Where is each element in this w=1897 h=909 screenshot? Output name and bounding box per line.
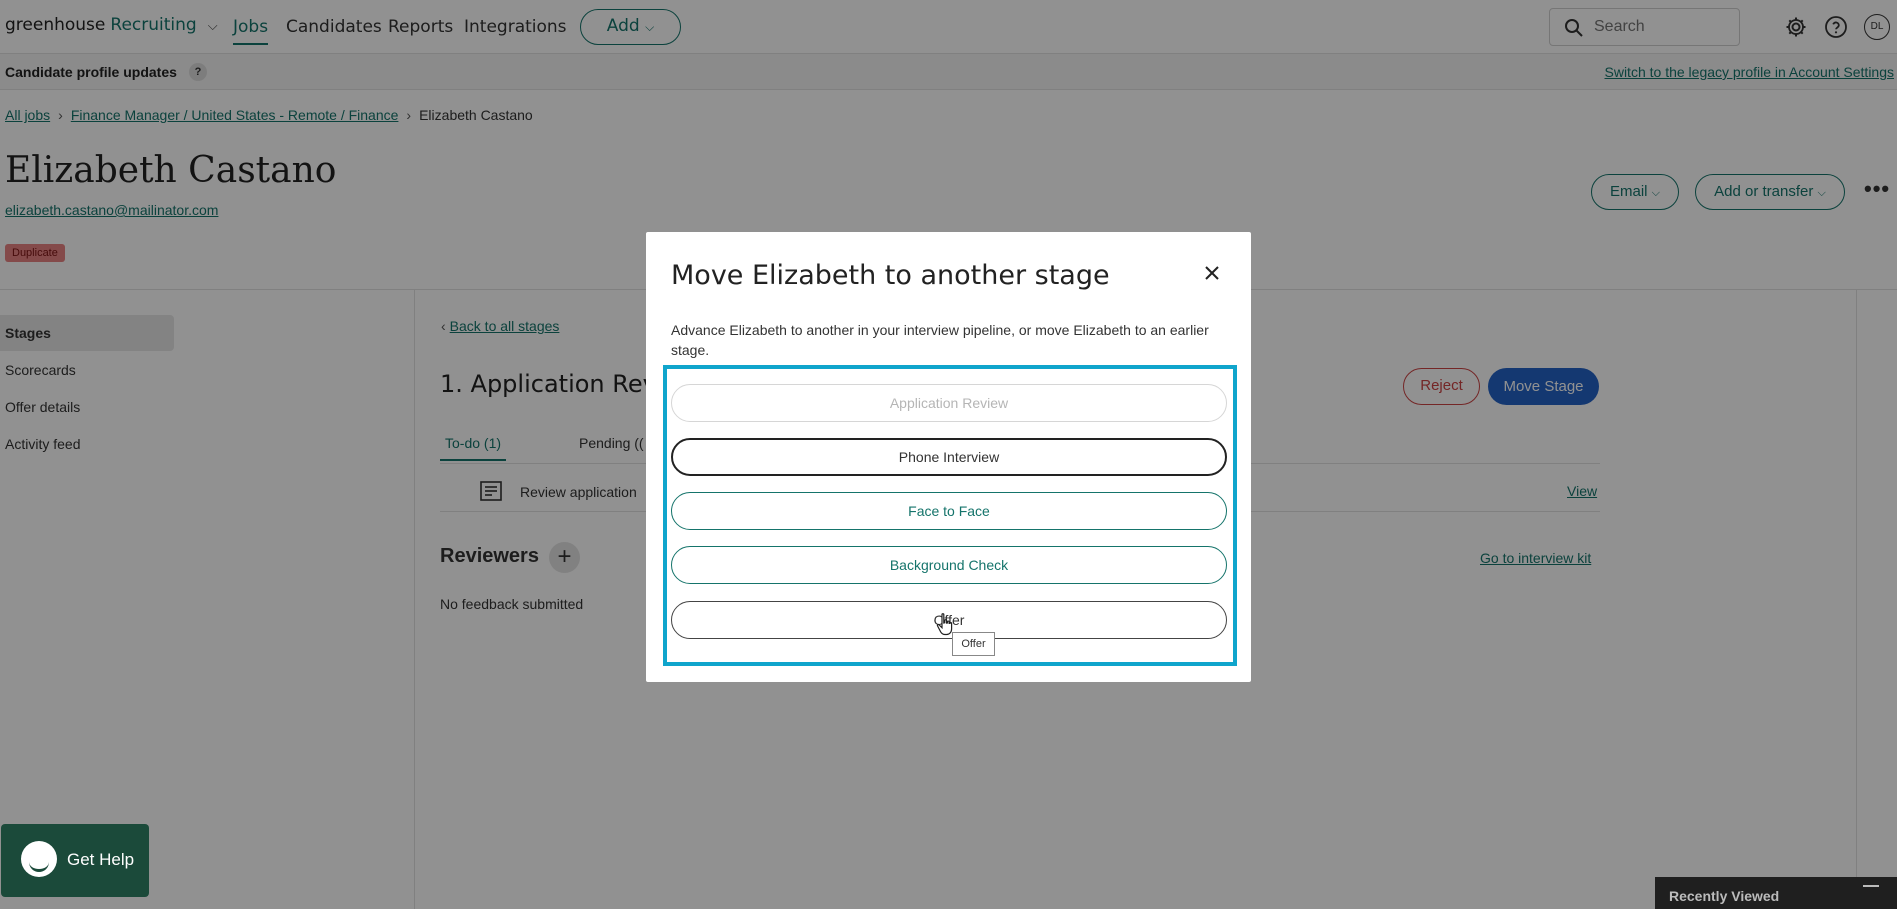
modal-description: Advance Elizabeth to another in your int… (671, 322, 1209, 358)
stage-option-application-review: Application Review (671, 384, 1227, 422)
stage-option-phone-interview[interactable]: Phone Interview (671, 438, 1227, 476)
recently-viewed-panel[interactable]: Recently Viewed (1655, 877, 1897, 909)
offer-tooltip: Offer (952, 632, 995, 656)
recently-viewed-label: Recently Viewed (1669, 888, 1780, 904)
stage-option-face-to-face[interactable]: Face to Face (671, 492, 1227, 530)
get-help-widget[interactable]: Get Help (1, 824, 149, 897)
chat-bubble-icon (21, 841, 57, 877)
get-help-label: Get Help (67, 850, 135, 869)
modal-title: Move Elizabeth to another stage (671, 260, 1110, 291)
stage-option-background-check[interactable]: Background Check (671, 546, 1227, 584)
minimize-icon[interactable] (1863, 885, 1879, 887)
close-icon[interactable] (1203, 264, 1221, 282)
